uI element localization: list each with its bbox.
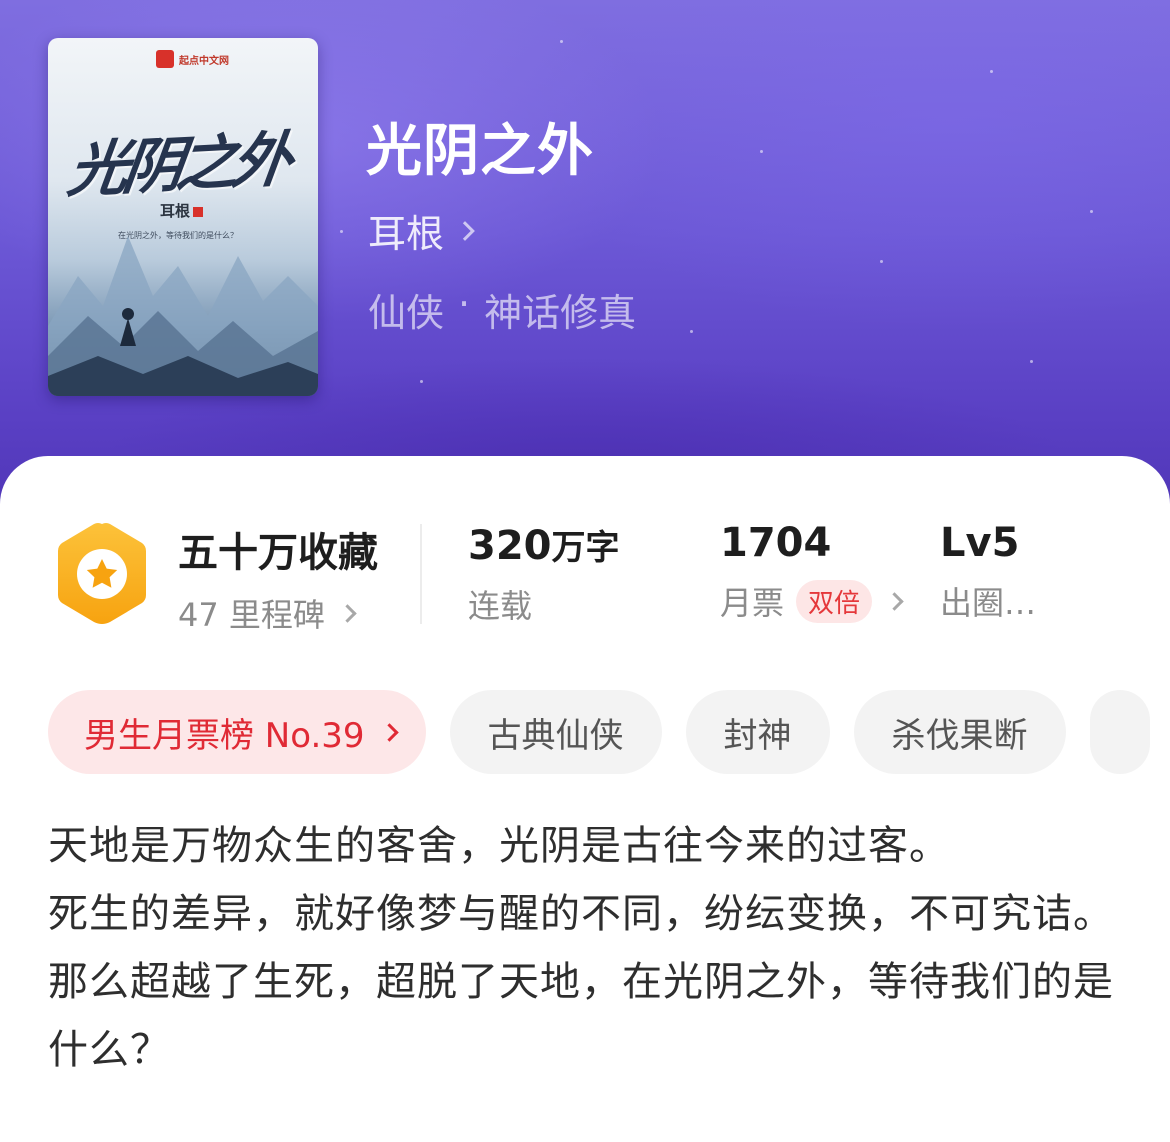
stat-level[interactable]: Lv5 出圈…: [940, 520, 1036, 624]
tag-decisive[interactable]: 杀伐果断: [853, 690, 1066, 774]
level-label: 出圈…: [940, 584, 1037, 622]
rank-label: 男生月票榜 No.39: [84, 715, 365, 756]
synopsis-line: 那么超越了生死，超脱了天地，在光阴之外，等待我们的是什么？: [48, 959, 1114, 1073]
rank-tag[interactable]: 男生月票榜 No.39: [48, 690, 426, 774]
chevron-right-icon: [338, 603, 357, 623]
cover-title-art: 光阴之外: [64, 125, 291, 207]
stat-collect[interactable]: 五十万收藏 47 里程碑: [178, 520, 378, 636]
collect-badge-icon: [58, 523, 146, 624]
word-count: 320万字: [468, 520, 620, 569]
chevron-right-icon: [379, 722, 399, 742]
book-header: 起点中文网 光阴之外 耳根 在光阴之外，等待我们的是什么？ 光阴之外 耳根 仙侠…: [0, 0, 1170, 520]
synopsis-line: 死生的差异，就好像梦与醒的不同，纷纭变换，不可究诘。: [48, 891, 1114, 937]
level-value: Lv5: [940, 520, 1020, 566]
publisher-icon: [156, 50, 174, 68]
book-synopsis[interactable]: 天地是万物众生的客舍，光阴是古往今来的过客。 死生的差异，就好像梦与醒的不同，纷…: [48, 812, 1128, 1084]
author-name: 耳根: [368, 212, 445, 256]
mountain-illustration: [48, 236, 318, 396]
chevron-right-icon: [885, 591, 904, 611]
tag-row: 男生月票榜 No.39 古典仙侠 封神 杀伐果断: [48, 690, 1150, 774]
word-count-unit: 万字: [551, 528, 620, 568]
chevron-right-icon: [455, 220, 475, 241]
publisher-logo: 起点中文网: [156, 50, 229, 68]
stats-divider: [420, 524, 422, 624]
milestone-link[interactable]: 47 里程碑: [178, 590, 378, 636]
monthly-vote-link[interactable]: 月票 双倍: [720, 578, 904, 624]
publisher-name: 起点中文网: [179, 55, 229, 67]
stat-monthly-vote[interactable]: 1704 月票 双倍: [720, 520, 904, 624]
collect-count: 五十万收藏: [178, 530, 378, 576]
double-vote-badge: 双倍: [796, 579, 873, 623]
serial-status: 连载: [468, 587, 533, 625]
genre-row: 仙侠 · 神话修真: [368, 282, 636, 337]
milestone-label: 47 里程碑: [178, 596, 325, 634]
book-title: 光阴之外: [366, 119, 594, 184]
author-link[interactable]: 耳根: [368, 203, 475, 258]
tag-classic-xianxia[interactable]: 古典仙侠: [449, 690, 662, 774]
tag-more[interactable]: [1089, 690, 1150, 774]
subgenre[interactable]: 神话修真: [484, 282, 636, 337]
stat-words: 320万字 连载: [468, 520, 620, 627]
book-cover[interactable]: 起点中文网 光阴之外 耳根 在光阴之外，等待我们的是什么？: [48, 38, 318, 396]
monthly-vote-label: 月票: [720, 584, 785, 622]
genre[interactable]: 仙侠: [368, 282, 444, 337]
word-count-value: 320: [468, 523, 552, 569]
synopsis-line: 天地是万物众生的客舍，光阴是古往今来的过客。: [48, 823, 950, 869]
genre-separator: ·: [458, 282, 471, 326]
monthly-vote-count: 1704: [720, 520, 832, 566]
tag-fengshen[interactable]: 封神: [685, 690, 830, 774]
